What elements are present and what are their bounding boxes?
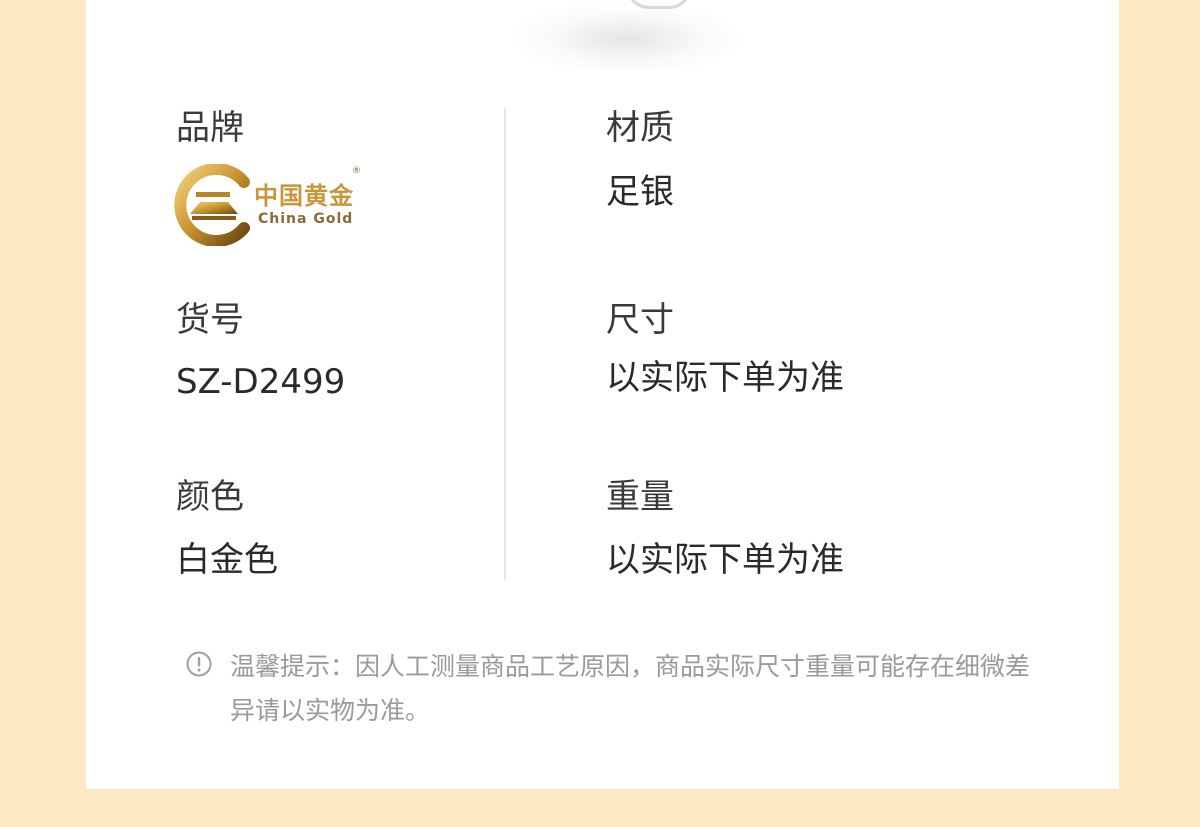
logo-registered-mark: ® <box>352 166 361 176</box>
material-label: 材质 <box>606 108 674 148</box>
size-value: 以实际下单为准 <box>606 358 844 398</box>
brand-logo: 中国黄金 ® China Gold <box>170 156 370 252</box>
notice-text: 温馨提示：因人工测量商品工艺原因，商品实际尺寸重量可能存在细微差异请以实物为准。 <box>230 652 1031 725</box>
logo-english-text: China Gold <box>258 211 354 227</box>
logo-chinese-text: 中国黄金 <box>254 182 354 210</box>
spec-card: 品牌 中国黄金 ® China Gold 货号 SZ-D2499 颜色 白金色 … <box>86 0 1119 789</box>
info-circle-icon <box>186 651 212 677</box>
color-label: 颜色 <box>176 477 244 517</box>
color-value: 白金色 <box>176 540 278 580</box>
china-gold-logo-icon <box>174 164 250 246</box>
weight-label: 重量 <box>606 477 674 517</box>
column-divider <box>504 108 506 580</box>
material-value: 足银 <box>606 172 674 212</box>
brand-label: 品牌 <box>176 108 244 148</box>
size-label: 尺寸 <box>606 300 674 340</box>
product-shadow <box>506 0 746 70</box>
item-number-label: 货号 <box>176 300 244 340</box>
weight-value: 以实际下单为准 <box>606 540 844 580</box>
item-number-value: SZ-D2499 <box>176 362 346 402</box>
